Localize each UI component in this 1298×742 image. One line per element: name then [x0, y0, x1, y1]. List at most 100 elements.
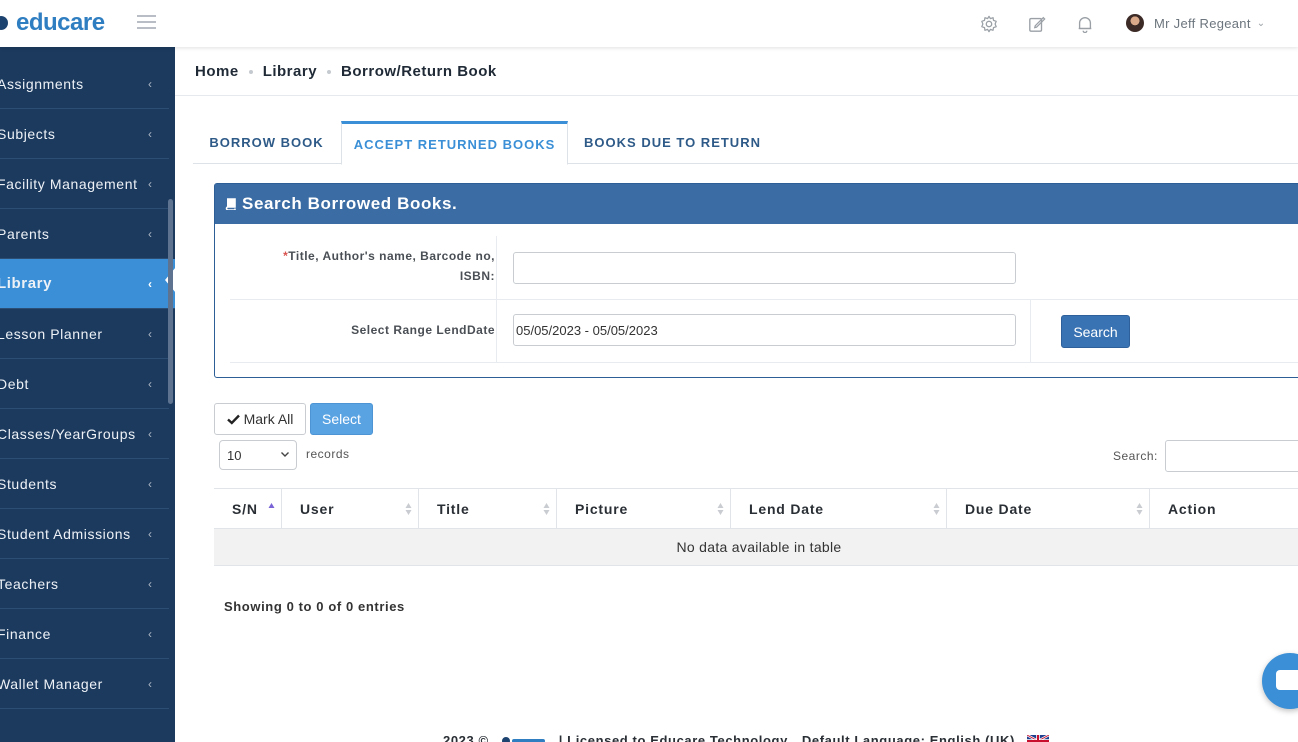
sidebar-item-label: Lesson Planner — [0, 325, 103, 342]
notification-bell-icon[interactable] — [1076, 15, 1094, 33]
search-button[interactable]: Search — [1061, 315, 1130, 348]
sidebar-item-facility-management[interactable]: Facility Management ‹ — [0, 159, 169, 209]
footer-license: | Licensed to Educare Technology — [558, 733, 788, 742]
sidebar-item-label: Debt — [0, 375, 29, 392]
breadcrumb: Home Library Borrow/Return Book — [195, 63, 497, 80]
sidebar-item-classes-yeargroups[interactable]: Classes/YearGroups ‹ — [0, 409, 169, 459]
table-empty-row: No data available in table — [214, 529, 1298, 566]
sort-icon — [717, 503, 724, 515]
tab-accept-returned-books[interactable]: ACCEPT RETURNED BOOKS — [341, 121, 568, 165]
column-header-due-date[interactable]: Due Date — [947, 489, 1150, 529]
form-row-date-range: Select Range LendDate 05/05/2023 - 05/05… — [230, 300, 1298, 363]
chevron-left-icon: ‹ — [148, 176, 153, 191]
column-header-label: Due Date — [965, 501, 1033, 517]
sidebar-item-library[interactable]: Library ‹ — [0, 259, 175, 309]
sidebar-item-students[interactable]: Students ‹ — [0, 459, 169, 509]
table-info: Showing 0 to 0 of 0 entries — [224, 599, 405, 614]
chevron-left-icon: ‹ — [148, 326, 153, 341]
chevron-left-icon: ‹ — [148, 426, 153, 441]
settings-gear-icon[interactable] — [980, 15, 998, 33]
chat-button[interactable] — [1262, 653, 1298, 709]
footer: 2023 © | Licensed to Educare Technology … — [443, 733, 1049, 742]
search-panel-title: Search Borrowed Books. — [242, 194, 458, 213]
column-header-label: User — [300, 501, 335, 517]
sidebar-item-label: Teachers — [0, 575, 59, 592]
column-header-title[interactable]: Title — [419, 489, 557, 529]
user-name: Mr Jeff Regeant — [1154, 15, 1251, 31]
chevron-left-icon: ‹ — [148, 626, 153, 641]
sidebar-item-label: Student Admissions — [0, 525, 131, 542]
chevron-left-icon: ‹ — [148, 376, 153, 391]
keyword-input[interactable] — [513, 252, 1016, 284]
chevron-left-icon: ‹ — [148, 126, 153, 141]
mark-all-label: Mark All — [243, 411, 294, 427]
select-button[interactable]: Select — [310, 403, 373, 435]
sidebar: Assignments ‹ Subjects ‹ Facility Management… — [0, 47, 175, 742]
chevron-down-icon: ⌄ — [1256, 17, 1266, 29]
sidebar-item-finance[interactable]: Finance ‹ — [0, 609, 169, 659]
column-header-sn[interactable]: S/N — [214, 489, 282, 529]
sort-icon — [933, 503, 940, 515]
sidebar-item-student-admissions[interactable]: Student Admissions ‹ — [0, 509, 169, 559]
app-root: educare Mr Jeff Regeant ⌄ Assignments ‹ Su… — [0, 0, 1298, 742]
sidebar-item-debt[interactable]: Debt ‹ — [0, 359, 169, 409]
sidebar-item-subjects[interactable]: Subjects ‹ — [0, 109, 169, 159]
footer-language: Default Language: English (UK) — [801, 733, 1015, 742]
column-header-label: Lend Date — [749, 501, 824, 517]
mark-all-button[interactable]: Mark All — [214, 403, 306, 435]
date-range-input[interactable]: 05/05/2023 - 05/05/2023 — [513, 314, 1016, 346]
chevron-left-icon: ‹ — [148, 226, 153, 241]
logo-mark-icon — [0, 16, 8, 30]
column-header-lend-date[interactable]: Lend Date — [731, 489, 947, 529]
column-header-action: Action — [1150, 489, 1298, 529]
table-header-row: S/N User Title Picture Lend Date Due Dat… — [214, 489, 1298, 529]
sidebar-scrollbar[interactable] — [168, 199, 173, 404]
breadcrumb-separator — [327, 69, 332, 74]
column-header-label: Picture — [575, 501, 629, 517]
column-header-user[interactable]: User — [282, 489, 419, 529]
chevron-left-icon: ‹ — [148, 576, 153, 591]
sort-asc-icon — [268, 503, 275, 508]
breadcrumb-separator — [248, 69, 253, 74]
divider — [496, 236, 497, 300]
divider — [1030, 300, 1031, 363]
sidebar-item-teachers[interactable]: Teachers ‹ — [0, 559, 169, 609]
tab-borrow-book[interactable]: BORROW BOOK — [193, 121, 340, 164]
edit-note-icon[interactable] — [1028, 15, 1046, 33]
sort-icon — [1136, 503, 1143, 515]
breadcrumb-home[interactable]: Home — [195, 63, 239, 80]
sidebar-item-lesson-planner[interactable]: Lesson Planner ‹ — [0, 309, 169, 359]
uk-flag-icon[interactable] — [1026, 734, 1049, 742]
page-length-select[interactable]: 10 — [219, 440, 297, 470]
column-header-label: S/N — [232, 501, 258, 517]
table-search-label: Search: — [1113, 449, 1158, 463]
tab-books-due-to-return[interactable]: BOOKS DUE TO RETURN — [569, 121, 776, 164]
chevron-left-icon: ‹ — [148, 526, 153, 541]
column-header-label: Title — [437, 501, 470, 517]
sort-icon — [543, 503, 550, 515]
user-menu[interactable]: Mr Jeff Regeant ⌄ — [1126, 14, 1265, 32]
logo[interactable]: educare — [0, 9, 105, 37]
menu-toggle-icon[interactable] — [137, 15, 156, 29]
sidebar-item-parents[interactable]: Parents ‹ — [0, 209, 169, 259]
sidebar-item-label: Facility Management — [0, 175, 138, 192]
sidebar-item-wallet-manager[interactable]: Wallet Manager ‹ — [0, 659, 169, 709]
column-header-picture[interactable]: Picture — [557, 489, 731, 529]
divider — [175, 95, 1298, 96]
logo-text: educare — [16, 9, 105, 36]
chevron-left-icon: ‹ — [148, 476, 153, 491]
check-icon — [226, 414, 240, 425]
sidebar-item-label: Students — [0, 475, 58, 492]
breadcrumb-library[interactable]: Library — [263, 63, 317, 80]
borrowed-books-table: S/N User Title Picture Lend Date Due Dat… — [214, 488, 1298, 566]
footer-copyright: 2023 © — [443, 733, 489, 742]
chevron-left-icon: ‹ — [148, 676, 153, 691]
chevron-down-icon — [281, 452, 289, 457]
form-row-keyword: *Title, Author's name, Barcode no, ISBN: — [230, 236, 1298, 300]
footer-logo-icon — [501, 736, 545, 742]
sidebar-item-assignments[interactable]: Assignments ‹ — [0, 59, 169, 109]
chevron-left-icon: ‹ — [148, 76, 153, 91]
breadcrumb-current: Borrow/Return Book — [341, 63, 497, 80]
table-search-input[interactable] — [1165, 440, 1298, 472]
sidebar-item-label: Finance — [0, 625, 52, 642]
